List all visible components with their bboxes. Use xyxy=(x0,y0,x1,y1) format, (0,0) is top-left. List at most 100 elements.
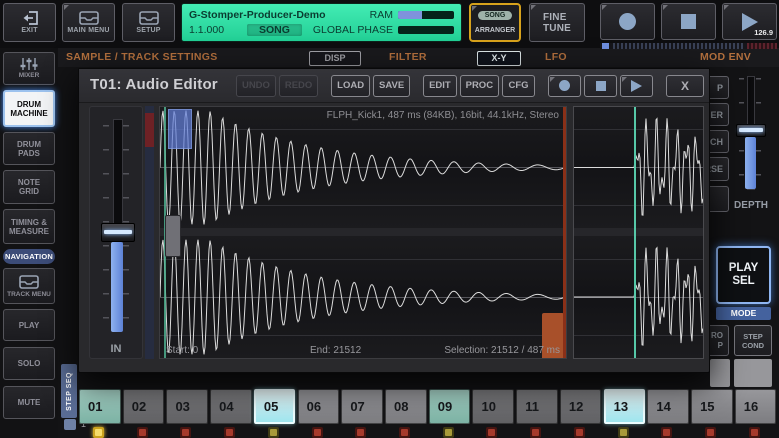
step-10[interactable]: 10 xyxy=(472,389,514,438)
step-button[interactable]: 06 xyxy=(298,389,340,424)
step-button[interactable]: 11 xyxy=(516,389,558,424)
step-01[interactable]: 01 xyxy=(79,389,121,438)
step-button[interactable]: 07 xyxy=(341,389,383,424)
step-button[interactable]: 05 xyxy=(254,389,296,424)
waveform-detail-view[interactable] xyxy=(573,106,704,359)
pad-partial[interactable] xyxy=(710,359,730,387)
load-button[interactable]: LOAD xyxy=(331,75,370,97)
step-button[interactable]: 12 xyxy=(560,389,602,424)
step-button[interactable]: 13 xyxy=(604,389,646,424)
play-button[interactable] xyxy=(620,75,653,97)
step-14[interactable]: 14 xyxy=(647,389,689,438)
redo-button[interactable]: REDO xyxy=(279,75,318,97)
waveform-channel-left xyxy=(160,107,566,228)
setup-button[interactable]: SETUP xyxy=(122,3,175,42)
step-02[interactable]: 02 xyxy=(123,389,165,438)
step-cond-button[interactable]: STEP COND xyxy=(734,325,772,356)
record-button[interactable] xyxy=(600,3,655,40)
sidebar-item-mixer[interactable]: MIXER xyxy=(3,52,55,85)
play-sel-button[interactable]: PLAY SEL xyxy=(716,246,771,304)
sidebar-item-note-grid[interactable]: NOTE GRID xyxy=(3,170,55,204)
sidebar-item-play[interactable]: PLAY xyxy=(3,309,55,341)
pad[interactable] xyxy=(734,359,772,387)
sidebar-item-label: SOLO xyxy=(18,359,41,368)
detail-channel-left xyxy=(574,107,703,228)
position-marker xyxy=(602,43,609,49)
close-button[interactable]: X xyxy=(666,75,704,97)
main-menu-label: MAIN MENU xyxy=(67,27,109,34)
selection-value: Selection: 21512 / 487 ms xyxy=(444,345,560,356)
step-button[interactable]: 09 xyxy=(429,389,471,424)
main-menu-button[interactable]: MAIN MENU xyxy=(62,3,115,42)
fine-tune-button[interactable]: FINE TUNE xyxy=(529,3,585,42)
waveform-view[interactable]: FLPH_Kick1, 487 ms (84KB), 16bit, 44.1kH… xyxy=(159,106,567,359)
sidebar-item-drum-machine[interactable]: DRUM MACHINE xyxy=(3,90,55,127)
selection-end-marker[interactable] xyxy=(563,107,566,358)
top-bar: EXIT MAIN MENU SETUP G-Stomper-Producer-… xyxy=(0,0,779,48)
play-button[interactable]: 126.9 xyxy=(722,3,777,40)
fader-handle[interactable] xyxy=(101,223,135,242)
step-seq-label: STEP SEQ xyxy=(66,372,73,411)
cfg-button[interactable]: CFG xyxy=(502,75,535,97)
selection-region[interactable] xyxy=(168,109,192,149)
sidebar-item-timing-measure[interactable]: TIMING & MEASURE xyxy=(3,209,55,244)
step-seq-tab[interactable]: STEP SEQ xyxy=(61,364,77,418)
song-position-strip[interactable] xyxy=(600,43,777,49)
step-09[interactable]: 09 xyxy=(429,389,471,438)
selection-start-handle[interactable] xyxy=(165,215,181,257)
step-13[interactable]: 13 xyxy=(604,389,646,438)
step-button[interactable]: 03 xyxy=(166,389,208,424)
step-button[interactable]: 15 xyxy=(691,389,733,424)
mode-chip[interactable]: SONG xyxy=(247,24,302,36)
step-number: 11 xyxy=(525,399,539,414)
exit-button[interactable]: EXIT xyxy=(3,3,56,42)
sidebar-item-label: PLAY xyxy=(19,321,40,330)
step-button[interactable]: 14 xyxy=(647,389,689,424)
step-12[interactable]: 12 xyxy=(560,389,602,438)
save-button[interactable]: SAVE xyxy=(373,75,410,97)
step-number: 07 xyxy=(350,399,364,414)
proc-button[interactable]: PROC xyxy=(460,75,499,97)
sidebar-item-track-menu[interactable]: TRACK MENU xyxy=(3,268,55,304)
step-07[interactable]: 07 xyxy=(341,389,383,438)
sidebar-item-mute[interactable]: MUTE xyxy=(3,386,55,419)
step-16[interactable]: 16 xyxy=(735,389,777,438)
step-06[interactable]: 06 xyxy=(298,389,340,438)
step-button[interactable]: 04 xyxy=(210,389,252,424)
depth-slider[interactable] xyxy=(735,74,765,198)
project-info-panel: G-Stomper-Producer-Demo RAM 1.1.000 SONG… xyxy=(181,3,462,42)
in-label: IN xyxy=(90,343,142,355)
step-number: 02 xyxy=(132,399,146,414)
step-button[interactable]: 10 xyxy=(472,389,514,424)
step-number: 12 xyxy=(569,399,583,414)
song-arranger-button[interactable]: SONG ARRANGER xyxy=(469,3,521,42)
sidebar-item-label: DRUM PADS xyxy=(17,140,41,158)
step-number: 04 xyxy=(219,399,233,414)
step-03[interactable]: 03 xyxy=(166,389,208,438)
step-11[interactable]: 11 xyxy=(516,389,558,438)
stop-button[interactable] xyxy=(661,3,716,40)
slider-handle[interactable] xyxy=(736,124,766,137)
step-button[interactable]: 16 xyxy=(735,389,777,424)
disp-button[interactable]: DISP xyxy=(309,51,361,66)
step-button[interactable]: 02 xyxy=(123,389,165,424)
sidebar-item-navigation[interactable]: NAVIGATION xyxy=(3,249,55,264)
sample-track-settings-label: SAMPLE / TRACK SETTINGS xyxy=(66,51,218,63)
edit-button[interactable]: EDIT xyxy=(423,75,457,97)
step-08[interactable]: 08 xyxy=(385,389,427,438)
record-button[interactable] xyxy=(548,75,581,97)
step-04[interactable]: 04 xyxy=(210,389,252,438)
step-button[interactable]: 01 xyxy=(79,389,121,424)
undo-button[interactable]: UNDO xyxy=(236,75,276,97)
step-number: 09 xyxy=(438,399,452,414)
step-05[interactable]: 05 xyxy=(254,389,296,438)
arranger-mode-pill: SONG xyxy=(478,11,513,20)
step-button[interactable]: 08 xyxy=(385,389,427,424)
step-pad-icon xyxy=(618,427,629,438)
playback-cursor[interactable] xyxy=(634,107,636,358)
sidebar-item-drum-pads[interactable]: DRUM PADS xyxy=(3,132,55,165)
xy-button[interactable]: X-Y xyxy=(477,51,521,66)
step-15[interactable]: 15 xyxy=(691,389,733,438)
sidebar-item-solo[interactable]: SOLO xyxy=(3,347,55,380)
stop-button[interactable] xyxy=(584,75,617,97)
